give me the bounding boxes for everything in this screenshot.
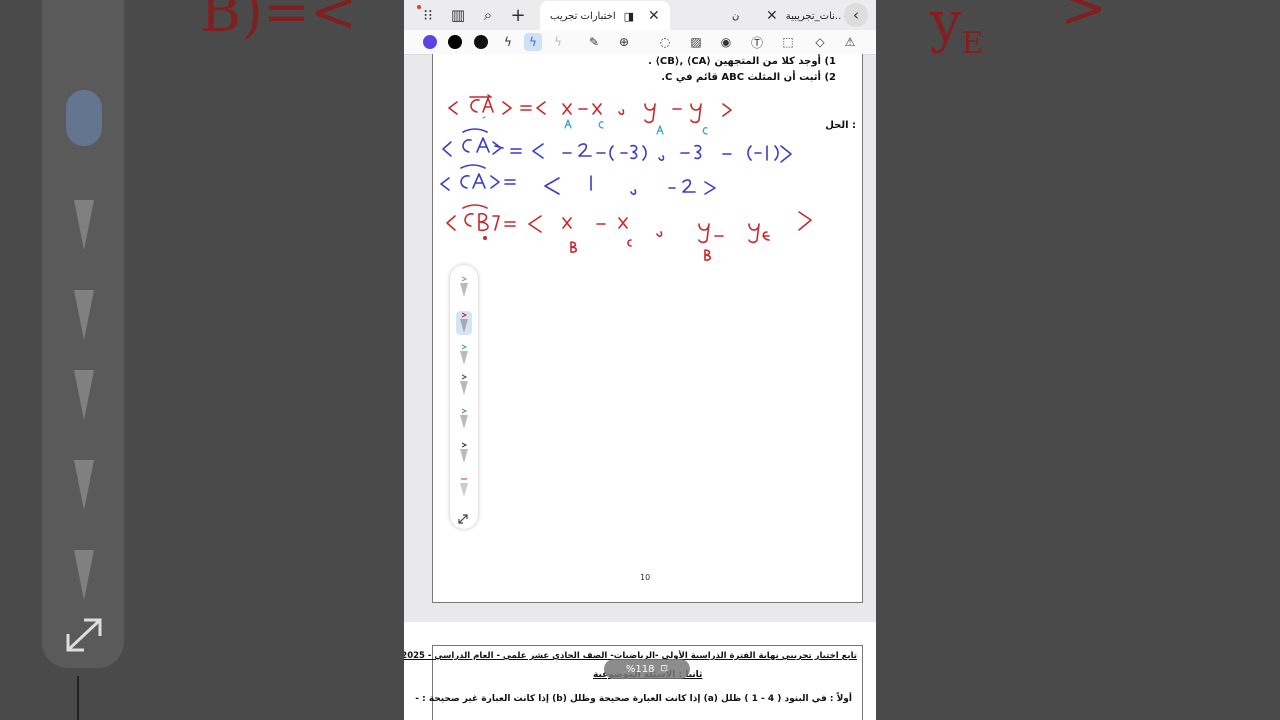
handwritten-line-4	[446, 204, 812, 261]
tab-second[interactable]: ن	[732, 9, 739, 23]
search-icon[interactable]: ⌕	[476, 3, 500, 27]
lock-icon: ⊡	[660, 664, 669, 674]
tab-third[interactable]: ✕ نات_تجريبية..	[766, 8, 842, 24]
image-icon[interactable]: ▨	[687, 33, 705, 51]
highlighter-icon[interactable]: ◇	[811, 33, 829, 51]
text-icon[interactable]: Ⓣ	[748, 33, 766, 51]
handwritten-line-3	[440, 164, 716, 195]
camera-icon[interactable]: ◉	[717, 33, 735, 51]
page-2-instruction: أولاً : في البنود ( 4 - 1 ) ظلل (a) إذا …	[415, 694, 852, 704]
pen-stroke-icon[interactable]: ϟ	[499, 33, 517, 51]
lasso-icon[interactable]: ◌	[656, 33, 674, 51]
background-scrawl: B)=<	[200, 0, 357, 45]
tab-active-label-wrap: اختبارات تجريب ◨	[550, 9, 634, 23]
color-swatch-purple[interactable]	[423, 35, 437, 49]
close-icon[interactable]: ✕	[766, 8, 778, 24]
page-gap	[404, 603, 876, 617]
zoom-icon[interactable]: ⊕	[615, 33, 633, 51]
handwritten-line-2	[442, 128, 792, 163]
zoom-label: %118	[625, 663, 655, 675]
close-icon[interactable]: ✕	[648, 8, 660, 24]
color-swatch-black-2[interactable]	[474, 35, 488, 49]
handwritten-line-1	[448, 94, 732, 124]
pen-icon[interactable]	[456, 275, 472, 299]
tab-book-icon: ◨	[623, 9, 635, 23]
background-scrawl: >	[1060, 0, 1107, 41]
pen-icon[interactable]	[456, 373, 472, 397]
tab-label: نات_تجريبية..	[785, 10, 842, 22]
background-line	[77, 676, 79, 720]
tab-bar: ⁝⁝ ▥ ⌕ + ✕ اختبارات تجريب ◨ ن ✕ نات_تجري…	[404, 0, 876, 30]
pen-icon[interactable]	[456, 407, 472, 431]
chevron-left-icon[interactable]: ‹	[844, 3, 868, 27]
pen-picker-panel	[450, 265, 478, 529]
tab-label: اختبارات تجريب	[550, 10, 616, 22]
collapse-icon[interactable]	[456, 505, 472, 529]
pen-icon[interactable]	[456, 441, 472, 465]
tab-label: ن	[732, 10, 740, 22]
add-tab-button[interactable]: +	[506, 3, 530, 27]
pen-icon[interactable]	[456, 475, 472, 499]
background-scrawl: yE	[930, 0, 984, 62]
pen-icon[interactable]	[456, 343, 472, 367]
zoom-indicator[interactable]: %118 ⊡	[604, 659, 690, 679]
pen-stroke-light-icon[interactable]: ϟ	[549, 33, 567, 51]
annotation-toolbar: ϟ ϟ ϟ ✎ ⊕ ◌ ▨ ◉ Ⓣ ⬚ ◇ ⚠	[404, 30, 876, 55]
notification-dot	[417, 5, 421, 9]
handwriting-layer	[440, 94, 812, 261]
background-pens	[66, 90, 102, 652]
handwritten-subscripts-1	[482, 116, 708, 135]
pen-stroke-selected-icon[interactable]: ϟ	[524, 33, 542, 51]
sidebar-icon[interactable]: ▥	[446, 3, 470, 27]
worksheet-page: 1) أوجد كلا من المتجهين ⟨CA⟩ ,⟨CB⟩ . 2) …	[432, 54, 863, 603]
worksheet-page-2: تابع اختبار تجريبي نهاية الفترة الدراسية…	[404, 645, 863, 720]
laser-icon[interactable]: ⚠	[841, 33, 859, 51]
color-swatch-black[interactable]	[448, 35, 462, 49]
pen-icon-selected[interactable]	[456, 311, 472, 335]
pdf-annotation-app: ⁝⁝ ▥ ⌕ + ✕ اختبارات تجريب ◨ ن ✕ نات_تجري…	[404, 0, 876, 720]
eraser-icon[interactable]: ✎	[585, 33, 603, 51]
selection-icon[interactable]: ⬚	[779, 33, 797, 51]
